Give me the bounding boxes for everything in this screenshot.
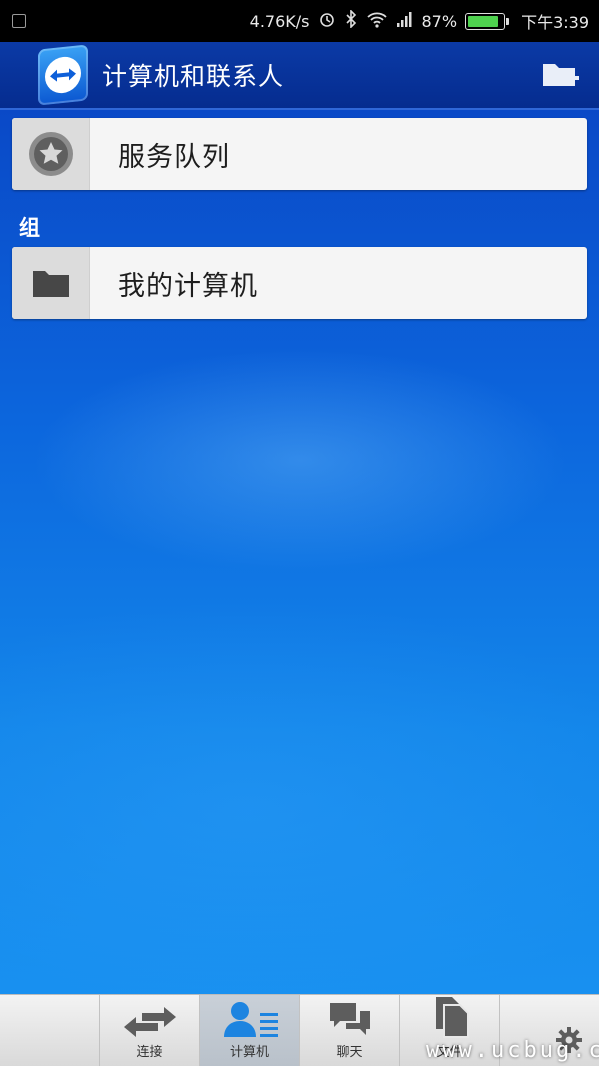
group-section-header: 组	[19, 216, 40, 240]
watermark: www.ucbug.cc	[426, 1038, 599, 1063]
notification-icon	[12, 14, 26, 28]
service-queue-item[interactable]: 服务队列	[12, 118, 587, 190]
service-queue-label: 服务队列	[118, 141, 230, 173]
files-icon	[435, 997, 469, 1038]
bluetooth-icon	[344, 9, 358, 32]
alarm-icon	[318, 10, 336, 32]
add-group-icon	[543, 64, 579, 86]
tab-computers[interactable]: 计算机	[200, 995, 300, 1066]
battery-percent: 87%	[421, 11, 458, 31]
app-bar: 计算机和联系人	[0, 42, 599, 110]
network-speed: 4.76K/s	[249, 11, 310, 31]
computers-contacts-icon	[223, 1002, 278, 1037]
page-title: 计算机和联系人	[102, 62, 285, 91]
chat-icon	[329, 1003, 370, 1035]
wifi-icon	[366, 10, 388, 32]
tab-connect[interactable]: 连接	[100, 995, 200, 1066]
folder-icon	[32, 271, 69, 297]
clock: 下午3:39	[521, 13, 589, 32]
star-icon	[28, 132, 73, 176]
group-label: 我的计算机	[118, 270, 258, 302]
group-item-my-computers[interactable]: 我的计算机	[12, 247, 587, 319]
status-bar: 4.76K/s 87% 下午3:39	[0, 0, 599, 42]
nav-empty	[0, 995, 100, 1066]
signal-icon	[396, 10, 414, 32]
main-content: 服务队列 组 我的计算机	[0, 110, 599, 994]
teamviewer-logo-icon	[38, 44, 88, 106]
add-group-button[interactable]	[541, 55, 581, 95]
connect-arrows-icon	[123, 1007, 176, 1037]
tab-chat[interactable]: 聊天	[300, 995, 400, 1066]
battery-icon	[465, 12, 510, 30]
